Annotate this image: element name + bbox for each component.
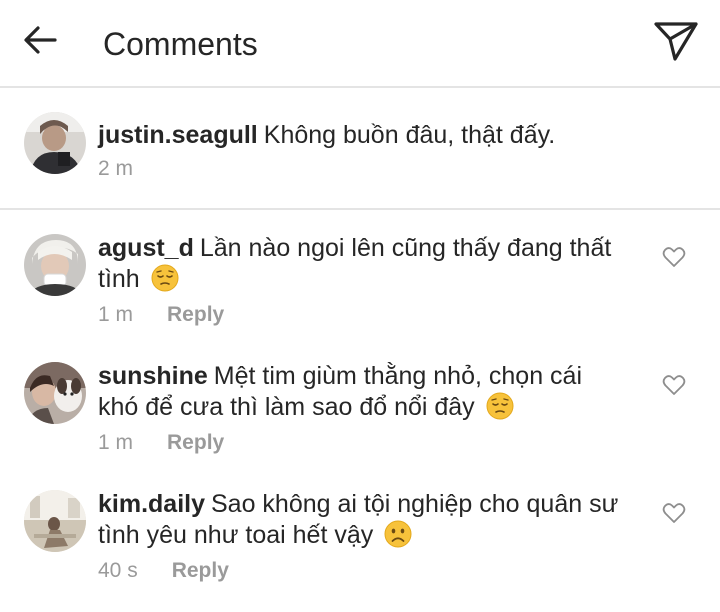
comment-timestamp: 1 m [98,303,134,326]
arrow-left-icon [23,25,57,60]
comment-timestamp: 1 m [98,431,134,454]
reply-button[interactable]: Reply [172,558,229,584]
comment-item: sunshine Mệt tim giùm thằng nhỏ, chọn cái… [0,340,720,468]
comment-timestamp: 40 s [98,559,138,582]
like-button[interactable] [662,502,688,526]
like-button[interactable] [662,246,688,270]
avatar[interactable] [24,490,86,552]
comment-meta: 40 s Reply [98,558,229,584]
comment-text-block: sunshine Mệt tim giùm thằng nhỏ, chọn cái… [98,361,628,423]
comment-text-block: agust_d Lần nào ngoi lên cũng thấy đang t… [98,233,628,295]
post-caption: justin.seagull Không buồn đâu, thật đấy. … [0,90,720,210]
avatar[interactable] [24,234,86,296]
caption-timestamp: 2 m [98,157,134,180]
caption-text-line: justin.seagull Không buồn đâu, thật đấy. [98,120,555,151]
caption-text: Không buồn đâu, thật đấy. [263,121,556,149]
heart-icon [662,247,686,272]
avatar[interactable] [24,362,86,424]
comment-username[interactable]: kim.daily [98,490,205,518]
reply-button[interactable]: Reply [167,302,224,328]
comment-text-block: kim.daily Sao không ai tội nghiệp cho quâ… [98,489,628,551]
share-button[interactable] [650,18,702,68]
heart-icon [662,503,686,528]
frowning-face-icon [384,520,412,548]
comment-meta: 1 m Reply [98,430,224,456]
comment-username[interactable]: agust_d [98,234,194,262]
send-paper-plane-icon [653,20,699,67]
reply-button[interactable]: Reply [167,430,224,456]
comment-username[interactable]: sunshine [98,362,208,390]
avatar[interactable] [24,112,86,174]
pensive-face-icon [151,264,179,292]
caption-meta: 2 m [98,156,133,182]
back-button[interactable] [18,22,62,62]
pensive-face-icon [486,392,514,420]
heart-icon [662,375,686,400]
comment-item: agust_d Lần nào ngoi lên cũng thấy đang t… [0,212,720,340]
top-bar: Comments [0,0,720,88]
comment-item: kim.daily Sao không ai tội nghiệp cho quâ… [0,468,720,608]
like-button[interactable] [662,374,688,398]
comment-meta: 1 m Reply [98,302,224,328]
caption-username[interactable]: justin.seagull [98,121,258,149]
page-title: Comments [103,26,258,62]
